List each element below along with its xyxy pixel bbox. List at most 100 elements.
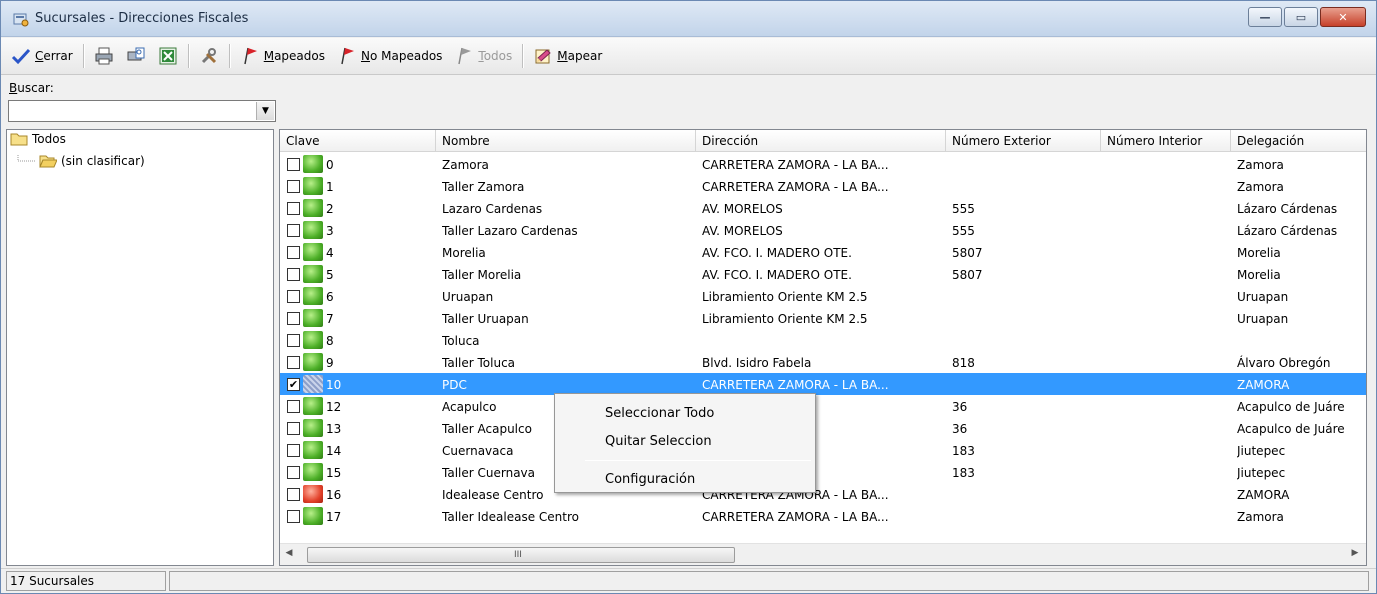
column-header-delegacion[interactable]: Delegación xyxy=(1231,130,1366,152)
status-green-icon xyxy=(303,265,323,283)
column-header-clave[interactable]: Clave xyxy=(280,130,436,152)
horizontal-scrollbar[interactable]: ◀ III ▶ xyxy=(280,543,1366,565)
row-checkbox[interactable] xyxy=(287,510,300,523)
row-checkbox[interactable] xyxy=(287,444,300,457)
status-green-icon xyxy=(303,419,323,437)
scroll-thumb[interactable]: III xyxy=(307,547,735,563)
close-button[interactable]: ✕ xyxy=(1320,7,1366,27)
table-row[interactable]: 6 Uruapan Libramiento Oriente KM 2.5 Uruapa… xyxy=(280,285,1366,307)
table-row[interactable]: 5 Taller Morelia AV. FCO. I. MADERO OTE. 58… xyxy=(280,263,1366,285)
row-checkbox[interactable] xyxy=(287,312,300,325)
status-count: 17 Sucursales xyxy=(6,571,166,591)
open-folder-icon xyxy=(39,154,58,168)
cell-clave: 8 xyxy=(326,334,334,348)
cell-nombre: PDC xyxy=(442,378,467,392)
sucursales-grid: Clave Nombre Dirección Número Exterior N… xyxy=(279,129,1367,566)
minimize-icon: — xyxy=(1259,10,1271,24)
row-checkbox[interactable] xyxy=(287,488,300,501)
table-row[interactable]: 15Taller CuernavaHUAC183Jiutepec xyxy=(280,461,1366,483)
tree-node-sin-clasificar[interactable]: (sin clasificar) xyxy=(17,154,145,168)
cell-numero-exterior: 36 xyxy=(952,422,968,436)
mapear-button[interactable]: Mapear xyxy=(527,43,608,69)
minimize-button[interactable]: — xyxy=(1248,7,1282,27)
cerrar-button[interactable]: Cerrar xyxy=(5,43,79,69)
cell-direccion: Libramiento Oriente KM 2.5 xyxy=(702,312,868,326)
search-area: Buscar: ▼ xyxy=(1,76,1376,128)
no-mapeados-label: No Mapeados xyxy=(361,49,443,63)
mapeados-button[interactable]: Mapeados xyxy=(234,43,331,69)
cell-nombre: Lazaro Cardenas xyxy=(442,202,543,216)
table-row[interactable]: 3 Taller Lazaro Cardenas AV. MORELOS 555 Láz… xyxy=(280,219,1366,241)
red-flag-icon xyxy=(337,46,357,66)
scroll-left-icon[interactable]: ◀ xyxy=(282,548,296,562)
search-combobox[interactable]: ▼ xyxy=(8,100,276,122)
scroll-right-icon[interactable]: ▶ xyxy=(1348,548,1362,562)
row-checkbox[interactable] xyxy=(287,268,300,281)
cell-delegacion: Zamora xyxy=(1237,158,1284,172)
cell-direccion: Libramiento Oriente KM 2.5 xyxy=(702,290,868,304)
menu-item-seleccionar-todo[interactable]: Seleccionar Todo xyxy=(555,398,815,424)
folder-icon xyxy=(10,132,28,146)
row-checkbox[interactable] xyxy=(287,158,300,171)
cell-numero-interior xyxy=(1107,461,1227,483)
cell-numero-exterior: 555 xyxy=(952,202,975,216)
cell-numero-interior xyxy=(1107,263,1227,285)
table-row[interactable]: 0 Zamora CARRETERA ZAMORA - LA BA... Zamora xyxy=(280,153,1366,175)
cell-delegacion: Uruapan xyxy=(1237,312,1289,326)
table-row[interactable]: 1 Taller Zamora CARRETERA ZAMORA - LA BA..… xyxy=(280,175,1366,197)
cell-delegacion: Acapulco de Juáre xyxy=(1237,400,1345,414)
cell-numero-exterior xyxy=(952,505,1097,527)
table-row[interactable]: 7 Taller Uruapan Libramiento Oriente KM 2.… xyxy=(280,307,1366,329)
print-preview-button[interactable] xyxy=(120,43,152,69)
table-row[interactable]: 16 Idealease Centro CARRETERA ZAMORA - LA … xyxy=(280,483,1366,505)
menu-item-quitar-seleccion[interactable]: Quitar Seleccion xyxy=(555,426,815,452)
row-checkbox[interactable] xyxy=(287,334,300,347)
row-checkbox[interactable]: ✔ xyxy=(287,378,300,391)
column-header-nombre[interactable]: Nombre xyxy=(436,130,696,152)
row-checkbox[interactable] xyxy=(287,422,300,435)
row-checkbox[interactable] xyxy=(287,246,300,259)
table-row[interactable]: 17 Taller Idealease Centro CARRETERA ZAMOR… xyxy=(280,505,1366,527)
cell-numero-exterior xyxy=(952,175,1097,197)
cell-numero-interior xyxy=(1107,219,1227,241)
maximize-button[interactable]: ▭ xyxy=(1284,7,1318,27)
table-row[interactable]: 13Taller AcapulcoLAS NACIONE...36Acapulc… xyxy=(280,417,1366,439)
cell-clave: 10 xyxy=(326,378,342,392)
title-bar[interactable]: Sucursales - Direcciones Fiscales — ▭ ✕ xyxy=(1,1,1376,37)
tools-button[interactable] xyxy=(193,43,225,69)
row-checkbox[interactable] xyxy=(287,224,300,237)
status-green-icon xyxy=(303,221,323,239)
gray-flag-icon xyxy=(454,46,474,66)
print-button[interactable] xyxy=(88,43,120,69)
table-row[interactable]: 8 Toluca xyxy=(280,329,1366,351)
table-row[interactable]: 12AcapulcoACIONES LT. 2...36Acapulco de … xyxy=(280,395,1366,417)
row-checkbox[interactable] xyxy=(287,202,300,215)
status-green-icon xyxy=(303,331,323,349)
row-checkbox[interactable] xyxy=(287,400,300,413)
chevron-down-icon[interactable]: ▼ xyxy=(256,102,274,120)
column-header-numero-interior[interactable]: Número Interior xyxy=(1101,130,1231,152)
cell-numero-interior xyxy=(1107,373,1227,395)
table-row[interactable]: 14CuernavacaHUAC183Jiutepec xyxy=(280,439,1366,461)
row-checkbox[interactable] xyxy=(287,290,300,303)
row-checkbox[interactable] xyxy=(287,466,300,479)
no-mapeados-button[interactable]: No Mapeados xyxy=(331,43,448,69)
menu-item-configuracion[interactable]: Configuración xyxy=(555,464,815,490)
menu-separator xyxy=(585,460,811,461)
table-row[interactable]: 2 Lazaro Cardenas AV. MORELOS 555 Lázaro Cár… xyxy=(280,197,1366,219)
table-row[interactable]: ✔ 10 PDC CARRETERA ZAMORA - LA BA... ZAMORA xyxy=(280,373,1366,395)
excel-button[interactable] xyxy=(152,43,184,69)
status-green-icon xyxy=(303,287,323,305)
row-checkbox[interactable] xyxy=(287,180,300,193)
cell-clave: 13 xyxy=(326,422,342,436)
status-green-icon xyxy=(303,463,323,481)
column-header-direccion[interactable]: Dirección xyxy=(696,130,946,152)
table-row[interactable]: 9 Taller Toluca Blvd. Isidro Fabela 818 Álva… xyxy=(280,351,1366,373)
toolbar: Cerrar Mapeados No Mapeados Todos Mapear xyxy=(1,38,1376,75)
column-header-numero-exterior[interactable]: Número Exterior xyxy=(946,130,1101,152)
cell-clave: 4 xyxy=(326,246,334,260)
todos-button[interactable]: Todos xyxy=(448,43,518,69)
tree-node-todos[interactable]: Todos xyxy=(10,132,66,146)
row-checkbox[interactable] xyxy=(287,356,300,369)
table-row[interactable]: 4 Morelia AV. FCO. I. MADERO OTE. 5807 Morel… xyxy=(280,241,1366,263)
